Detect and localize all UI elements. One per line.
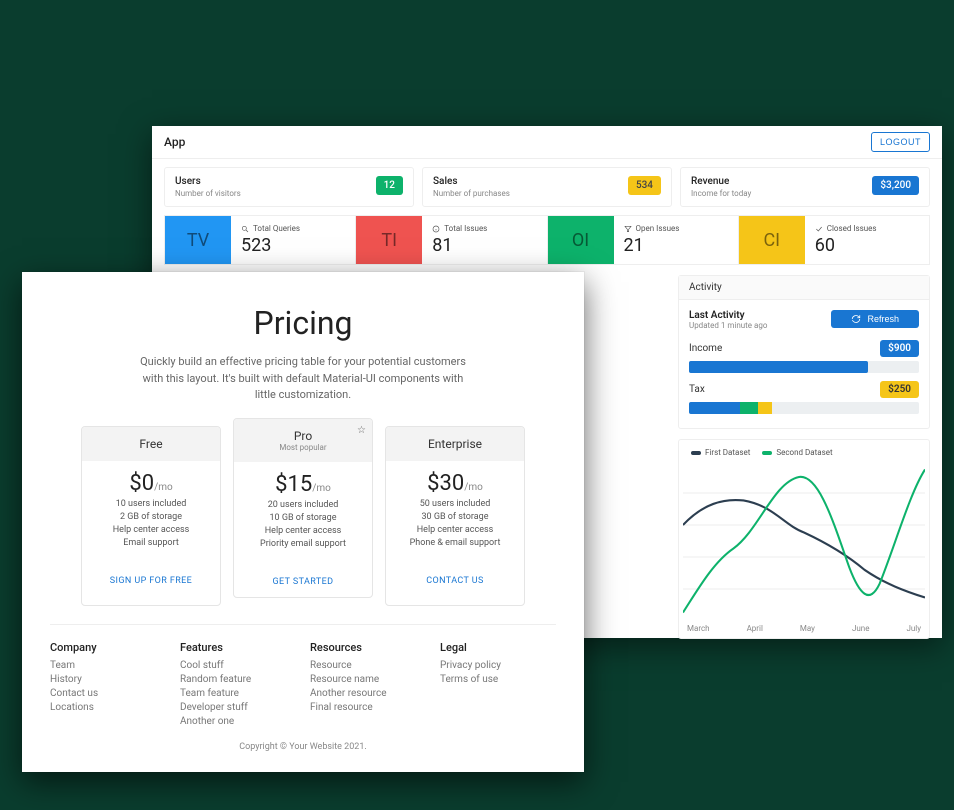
stat-abbr-ci: CI [739, 216, 805, 264]
card-revenue-badge: $3,200 [872, 176, 919, 195]
card-users[interactable]: Users Number of visitors 12 [164, 167, 414, 207]
stat-ti-label: Total Issues [444, 224, 487, 233]
activity-header: Activity [679, 276, 929, 300]
stat-total-queries[interactable]: TV Total Queries 523 [164, 215, 356, 265]
last-activity-updated: Updated 1 minute ago [689, 321, 767, 330]
card-revenue[interactable]: Revenue Income for today $3,200 [680, 167, 930, 207]
tax-badge: $250 [880, 381, 919, 398]
stats-row: TV Total Queries 523 TI Total Issues 81 … [152, 215, 942, 275]
legend-first: First Dataset [691, 448, 750, 457]
tax-bar [689, 402, 919, 414]
link-locations[interactable]: Locations [50, 702, 150, 713]
plan-free-cta[interactable]: SIGN UP FOR FREE [82, 565, 220, 596]
stat-open-issues[interactable]: OI Open Issues 21 [548, 215, 739, 265]
footer-company: Company Team History Contact us Location… [50, 641, 150, 730]
link-team[interactable]: Team [50, 660, 150, 671]
copyright: Copyright © Your Website 2021. [50, 742, 556, 752]
link-res4[interactable]: Final resource [310, 702, 410, 713]
search-icon [241, 225, 249, 233]
card-users-title: Users [175, 176, 241, 187]
link-another[interactable]: Another one [180, 716, 280, 727]
activity-panel: Activity Last Activity Updated 1 minute … [678, 275, 930, 429]
stat-ci-label: Closed Issues [827, 224, 877, 233]
link-res1[interactable]: Resource [310, 660, 410, 671]
card-revenue-sub: Income for today [691, 189, 751, 198]
plan-enterprise: Enterprise $30/mo 50 users included 30 G… [385, 426, 525, 606]
link-contact[interactable]: Contact us [50, 688, 150, 699]
link-teamfeat[interactable]: Team feature [180, 688, 280, 699]
plan-free-head: Free [82, 427, 220, 461]
info-icon [432, 225, 440, 233]
stat-ti-value: 81 [432, 235, 536, 256]
refresh-icon [851, 314, 861, 324]
link-random[interactable]: Random feature [180, 674, 280, 685]
link-cool[interactable]: Cool stuff [180, 660, 280, 671]
card-sales-sub: Number of purchases [433, 189, 510, 198]
plan-ent-head: Enterprise [386, 427, 524, 461]
stat-oi-value: 21 [624, 235, 728, 256]
metric-tax: Tax $250 [689, 381, 919, 414]
line-chart: First Dataset Second Dataset March April… [678, 439, 930, 639]
plan-pro-head: Pro Most popular ☆ [234, 419, 372, 462]
stat-abbr-oi: OI [548, 216, 614, 264]
link-res2[interactable]: Resource name [310, 674, 410, 685]
footer-resources: Resources Resource Resource name Another… [310, 641, 410, 730]
card-revenue-title: Revenue [691, 176, 751, 187]
logout-button[interactable]: LOGOUT [871, 132, 930, 152]
legend-second: Second Dataset [762, 448, 832, 457]
chart-svg [683, 461, 925, 621]
income-label: Income [689, 343, 722, 354]
plan-ent-price: $30 [427, 471, 464, 496]
plan-pro-price: $15 [275, 472, 312, 497]
pricing-subtitle: Quickly build an effective pricing table… [133, 354, 473, 404]
card-users-sub: Number of visitors [175, 189, 241, 198]
star-icon: ☆ [357, 425, 366, 436]
check-icon [815, 225, 823, 233]
footer-features: Features Cool stuff Random feature Team … [180, 641, 280, 730]
stat-total-issues[interactable]: TI Total Issues 81 [356, 215, 547, 265]
plan-ent-cta[interactable]: CONTACT US [386, 565, 524, 596]
pricing-grid: Free $0/mo 10 users included 2 GB of sto… [50, 426, 556, 606]
last-activity-label: Last Activity [689, 310, 767, 321]
stat-abbr-ti: TI [356, 216, 422, 264]
card-users-badge: 12 [376, 176, 403, 195]
link-dev[interactable]: Developer stuff [180, 702, 280, 713]
stat-tq-label: Total Queries [253, 224, 300, 233]
chart-x-axis: March April May June July [683, 624, 925, 633]
pricing-title: Pricing [50, 304, 556, 342]
link-res3[interactable]: Another resource [310, 688, 410, 699]
stat-tq-value: 523 [241, 235, 345, 256]
stat-ci-value: 60 [815, 235, 919, 256]
footer-legal: Legal Privacy policy Terms of use [440, 641, 540, 730]
plan-free-price: $0 [129, 471, 154, 496]
plan-pro-cta[interactable]: GET STARTED [234, 566, 372, 597]
income-badge: $900 [880, 340, 919, 357]
link-history[interactable]: History [50, 674, 150, 685]
card-sales-badge: 534 [628, 176, 661, 195]
top-cards-row: Users Number of visitors 12 Sales Number… [152, 159, 942, 215]
app-title: App [164, 135, 185, 149]
card-sales[interactable]: Sales Number of purchases 534 [422, 167, 672, 207]
footer-links: Company Team History Contact us Location… [50, 624, 556, 730]
plan-pro-popular: Most popular [240, 443, 366, 452]
plan-free: Free $0/mo 10 users included 2 GB of sto… [81, 426, 221, 606]
pricing-panel: Pricing Quickly build an effective prici… [22, 272, 584, 772]
tax-label: Tax [689, 384, 705, 395]
income-bar [689, 361, 919, 373]
stat-closed-issues[interactable]: CI Closed Issues 60 [739, 215, 930, 265]
plan-pro: Pro Most popular ☆ $15/mo 20 users inclu… [233, 418, 373, 598]
link-terms[interactable]: Terms of use [440, 674, 540, 685]
stat-abbr-tq: TV [165, 216, 231, 264]
refresh-label: Refresh [867, 314, 899, 324]
metric-income: Income $900 [689, 340, 919, 373]
dashboard-header: App LOGOUT [152, 126, 942, 159]
link-privacy[interactable]: Privacy policy [440, 660, 540, 671]
stat-oi-label: Open Issues [636, 224, 680, 233]
filter-icon [624, 225, 632, 233]
refresh-button[interactable]: Refresh [831, 310, 919, 328]
card-sales-title: Sales [433, 176, 510, 187]
